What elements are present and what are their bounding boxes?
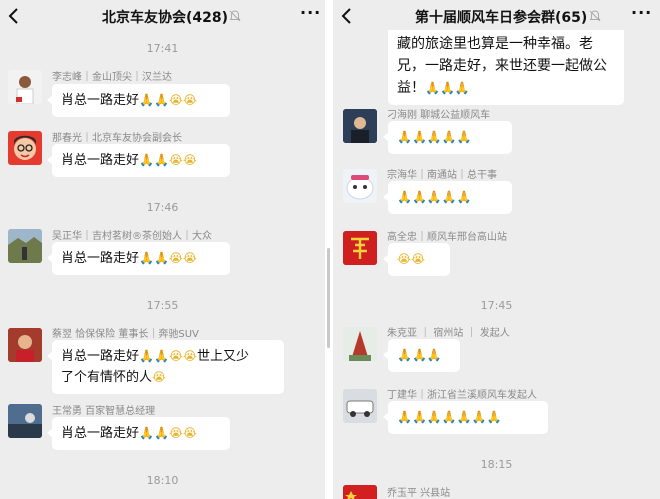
sender-name: 蔡翌 恰保保险 董事长｜奔驰SUV [52, 329, 199, 340]
avatar[interactable] [343, 389, 377, 423]
message-bubble[interactable]: 肖总一路走好🙏🙏😭😭 [47, 84, 230, 117]
message-bubble[interactable]: 肖总一路走好🙏🙏😭😭世上又少 了个有情怀的人😭 [47, 340, 284, 394]
crying-face-emoji: 😭😭 [168, 251, 197, 265]
folded-hands-emoji: 🙏🙏🙏 [425, 81, 470, 95]
avatar[interactable] [343, 231, 377, 265]
message-bubble[interactable]: 🙏🙏🙏 [383, 339, 460, 372]
folded-hands-emoji: 🙏🙏 [139, 426, 169, 440]
more-button[interactable]: ··· [631, 3, 652, 22]
message-bubble[interactable]: 肖总一路走好🙏🙏😭😭 [47, 144, 230, 177]
avatar[interactable] [8, 328, 42, 362]
sender-name: 宗海华｜南通站｜总干事 [387, 170, 497, 181]
timestamp: 17:41 [146, 42, 179, 55]
more-dots-icon: ··· [300, 3, 322, 22]
folded-hands-emoji: 🙏🙏 [139, 93, 169, 107]
crying-face-emoji: 😭 [152, 370, 167, 384]
sender-name: 高全忠｜顺风车邢台高山站 [387, 232, 507, 243]
message-bubble[interactable]: 肖总一路走好🙏🙏😭😭 [47, 417, 230, 450]
bell-off-icon [589, 10, 601, 22]
avatar[interactable] [343, 169, 377, 203]
crying-face-emoji: 😭😭 [397, 252, 426, 266]
more-dots-icon: ··· [631, 3, 653, 22]
folded-hands-emoji: 🙏🙏 [139, 349, 169, 363]
message-bubble[interactable]: 🙏🙏🙏🙏🙏 [383, 181, 512, 214]
avatar[interactable] [8, 229, 42, 263]
message-bubble[interactable]: 😭😭 [383, 243, 450, 276]
crying-face-emoji: 😭😭 [168, 93, 197, 107]
avatar[interactable] [8, 70, 42, 104]
folded-hands-emoji: 🙏🙏🙏 [397, 348, 442, 362]
avatar[interactable] [343, 327, 377, 361]
folded-hands-emoji: 🙏🙏🙏🙏🙏 [397, 130, 472, 144]
crying-face-emoji: 😭😭 [168, 349, 197, 363]
sender-name: 王常勇 百家智慧总经理 [52, 406, 156, 417]
sender-name: 朱克亚 ｜ 宿州站 ｜ 发起人 [387, 328, 510, 339]
folded-hands-emoji: 🙏🙏 [139, 251, 169, 265]
crying-face-emoji: 😭😭 [168, 426, 197, 440]
crying-face-emoji: 😭😭 [168, 153, 197, 167]
scrollbar[interactable] [327, 248, 330, 348]
right-chat-header: 第十届顺风车日参会群(65) ··· [333, 0, 660, 34]
folded-hands-emoji: 🙏🙏 [139, 153, 169, 167]
sender-name: 那春光｜北京车友协会副会长 [52, 133, 182, 144]
message-bubble[interactable]: 🙏🙏🙏🙏🙏 [383, 121, 512, 154]
message-bubble[interactable]: 肖总一路走好🙏🙏😭😭 [47, 242, 230, 275]
back-button[interactable] [341, 4, 361, 28]
sender-name: 丁建华｜浙江省兰溪顺风车发起人 [387, 390, 537, 401]
chat-title: 第十届顺风车日参会群(65) [415, 10, 588, 26]
chat-title: 北京车友协会(428) [102, 10, 229, 26]
sender-name: 吴正华｜吉村茗树®茶创始人｜大众 [52, 231, 212, 242]
message-bubble[interactable]: 🙏🙏🙏🙏🙏🙏🙏 [383, 401, 548, 434]
chevron-left-icon [8, 8, 18, 24]
more-button[interactable]: ··· [300, 3, 321, 22]
timestamp: 18:15 [480, 458, 513, 471]
timestamp: 17:45 [480, 299, 513, 312]
avatar[interactable] [8, 131, 42, 165]
left-chat-panel: 北京车友协会(428) ··· 17:41 李志峰｜金山顶尖｜汉兰达 肖总一路走… [0, 0, 325, 499]
folded-hands-emoji: 🙏🙏🙏🙏🙏🙏🙏 [397, 410, 502, 424]
sender-name: 乔玉平 兴县站 [387, 488, 451, 499]
avatar[interactable] [8, 404, 42, 438]
sender-name: 刁海刚 聊城公益顺风车 [387, 110, 491, 121]
left-chat-header: 北京车友协会(428) ··· [0, 0, 325, 34]
avatar[interactable] [343, 485, 377, 499]
folded-hands-emoji: 🙏🙏🙏🙏🙏 [397, 190, 472, 204]
right-chat-panel: 第十届顺风车日参会群(65) ··· 藏的旅途里也算是一种幸福。老 兄，一路走好… [333, 0, 660, 499]
timestamp: 18:10 [146, 474, 179, 487]
avatar[interactable] [343, 109, 377, 143]
bell-off-icon [229, 10, 241, 22]
timestamp: 17:46 [146, 201, 179, 214]
back-button[interactable] [8, 4, 28, 28]
sender-name: 李志峰｜金山顶尖｜汉兰达 [52, 72, 172, 83]
chevron-left-icon [341, 8, 351, 24]
message-bubble[interactable]: 藏的旅途里也算是一种幸福。老 兄，一路走好，来世还要一起做公 益！🙏🙏🙏 [388, 30, 624, 105]
timestamp: 17:55 [146, 299, 179, 312]
